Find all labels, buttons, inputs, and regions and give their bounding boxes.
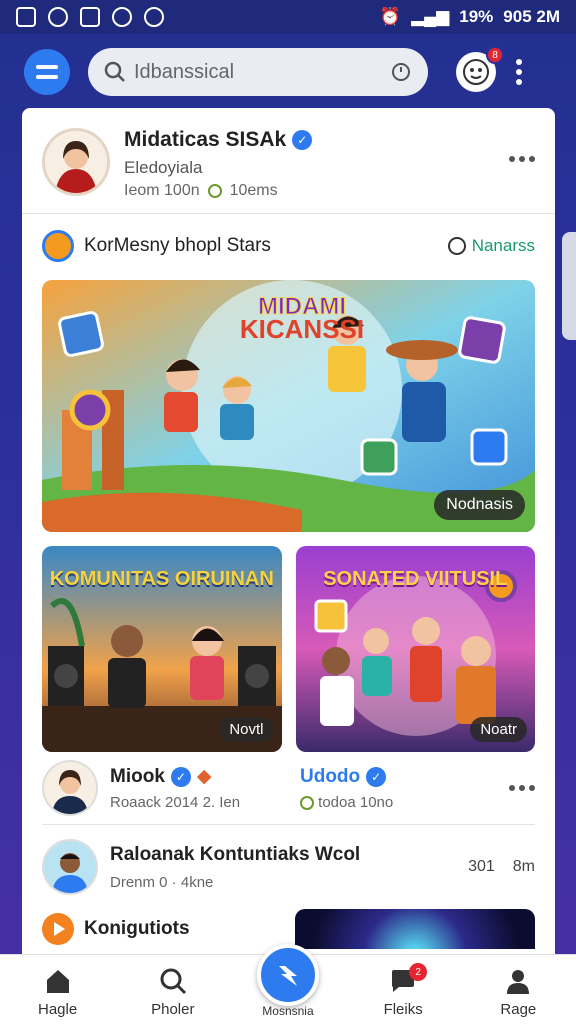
user-sub: todoa 10no: [300, 794, 393, 811]
video-icon: [112, 7, 132, 27]
verified-icon: ✓: [366, 766, 387, 787]
search-input[interactable]: Idbanssical: [134, 61, 382, 84]
user-sub: Roaack 2014 2. Ien: [110, 794, 241, 811]
overflow-menu-button[interactable]: [516, 59, 522, 85]
feed-meta: 301 8m: [468, 858, 535, 876]
nav-profile-label: Rage: [500, 1001, 537, 1018]
user-name: Miook ✓ ◆: [110, 765, 240, 788]
user-name-text: Udodo: [300, 765, 361, 787]
clock: 905 2M: [503, 7, 560, 26]
tile-community[interactable]: KOMUNITAS OIRUINAN Novtl: [42, 546, 282, 752]
location-icon: [300, 795, 314, 810]
search-icon: [160, 968, 186, 995]
hero-banner[interactable]: MIDAMI KICANSSI Nodnasis: [42, 280, 535, 532]
tile-community-badge: Novtl: [219, 717, 274, 742]
battery-level: 19%: [459, 7, 494, 26]
profile-subtitle: Eledoyiala: [124, 158, 203, 177]
alarm-icon: ⏰: [379, 7, 402, 26]
signal-icon: ▂▄▆: [411, 7, 450, 26]
section-title: KorMesny bhopl Stars: [84, 235, 271, 256]
image-icon: [16, 7, 36, 27]
menu-icon: [36, 65, 58, 79]
nav-profile[interactable]: Rage: [468, 967, 568, 1018]
notif-badge: 8: [486, 46, 504, 64]
hero-badge: Nodnasis: [434, 490, 525, 520]
status-bar: ⏰ ▂▄▆ 19% 905 2M: [0, 0, 576, 34]
main-card: Midaticas SISAk ✓ Eledoyiala Ieom 100n 10…: [22, 108, 555, 968]
verified-icon: ✓: [292, 130, 313, 150]
bolt-icon: [279, 966, 297, 986]
section-row[interactable]: Konigutiots: [22, 909, 555, 949]
history-icon[interactable]: [390, 61, 412, 83]
search-icon: [104, 61, 125, 82]
avatar: [42, 760, 98, 816]
nav-center-label: Mosnsnia: [262, 1004, 314, 1018]
scroll-handle[interactable]: [562, 232, 576, 340]
tile-virtual-title: SONATED VIITUSIL: [323, 568, 508, 590]
user-name: Udodo ✓: [300, 766, 393, 788]
profile-header: Midaticas SISAk ✓ Eledoyiala Ieom 100n 10…: [22, 108, 555, 213]
app-bar: Idbanssical 8: [0, 44, 576, 100]
user-row: Miook ✓ ◆ Roaack 2014 2. Ien Udodo ✓ todoa …: [22, 752, 555, 824]
search-bar[interactable]: Idbanssical: [88, 48, 428, 96]
user-name-text: Miook: [110, 765, 165, 787]
play-icon: [42, 913, 74, 945]
feed-item[interactable]: Raloanak Kontuntiaks Wcol Drenm 0 · 4kne…: [22, 825, 555, 909]
home-icon: [46, 970, 69, 993]
user-more-button[interactable]: [509, 785, 535, 791]
profile-name-text: Midaticas SISAk: [124, 128, 287, 151]
profile-meta: Ieom 100n 10ems: [124, 182, 312, 200]
feed-meta-2: 8m: [512, 858, 535, 875]
nav-notif-label: Fleiks: [383, 1001, 423, 1018]
tile-virtual[interactable]: SONATED VIITUSIL Noatr: [295, 546, 535, 752]
profile-name[interactable]: Midaticas SISAk ✓: [124, 128, 313, 152]
avatar: [42, 839, 98, 895]
face-icon: [463, 59, 489, 85]
user-card[interactable]: Miook ✓ ◆ Roaack 2014 2. Ien: [42, 760, 300, 816]
profile-icon: [507, 970, 530, 994]
section-action-link[interactable]: Nanarss: [447, 236, 535, 256]
tile-virtual-badge: Noatr: [470, 717, 527, 742]
section-action-label: Nanarss: [471, 236, 535, 255]
location-icon: [207, 184, 222, 198]
feed-title: Raloanak Kontuntiaks Wcol: [110, 843, 361, 865]
nav-home[interactable]: Hagle: [8, 967, 108, 1018]
user-card[interactable]: Udodo ✓ todoa 10no: [300, 766, 500, 811]
feed-sub: Drenm 0 · 4kne: [110, 873, 214, 891]
svg-text:KICANSSI: KICANSSI: [240, 314, 364, 344]
nav-search-label: Pholer: [151, 1001, 195, 1018]
nav-notif-badge: 2: [409, 963, 428, 981]
status-icons-left: [16, 7, 164, 27]
profile-meta-right: 10ems: [229, 182, 278, 199]
menu-button[interactable]: [24, 49, 70, 95]
section-row-title: Konigutiots: [84, 918, 190, 939]
messenger-icon: [48, 7, 68, 27]
section-thumbnail[interactable]: [295, 909, 535, 949]
tile-community-title: KOMUNITAS OIRUINAN: [49, 568, 274, 590]
community-icon: [42, 230, 74, 262]
flame-icon: ◆: [196, 766, 212, 787]
nav-search[interactable]: Pholer: [123, 967, 223, 1018]
avatar[interactable]: [42, 128, 110, 196]
create-button[interactable]: [257, 944, 319, 1006]
verified-icon: ✓: [170, 766, 191, 787]
profile-notifications-button[interactable]: 8: [456, 46, 504, 92]
mail-icon: [80, 7, 100, 27]
nav-home-label: Hagle: [37, 1001, 78, 1018]
clock-icon: [447, 237, 466, 255]
status-icons-right: ⏰ ▂▄▆ 19% 905 2M: [380, 7, 560, 27]
feed-meta-1: 301: [468, 858, 495, 875]
profile-more-button[interactable]: [509, 128, 535, 213]
nav-notifications[interactable]: 2 Fleiks: [353, 963, 453, 1018]
more-notifs-icon: [144, 7, 164, 27]
tile-grid: KOMUNITAS OIRUINAN Novtl SONATED VIITUSI…: [42, 546, 535, 752]
user-sub-text: todoa 10no: [318, 793, 394, 811]
section-header: KorMesny bhopl Stars Nanarss: [22, 214, 555, 278]
profile-meta-left: Ieom 100n: [124, 182, 200, 199]
